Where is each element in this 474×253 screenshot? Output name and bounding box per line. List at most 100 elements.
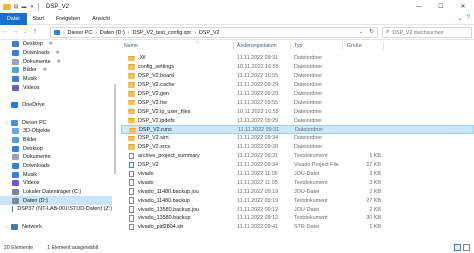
file-row[interactable]: DSP_V2.hw 11.11.2022 09:55 Dateiordner: [121, 98, 474, 107]
file-row[interactable]: DSP_V2.srcs 11.11.2022 09:28 Dateiordner: [121, 143, 474, 152]
forward-arrow-icon[interactable]: →: [10, 27, 20, 37]
file-size: 3 KB: [369, 179, 381, 186]
address-bar[interactable]: › Dieser PC › Daten (D:) › DSP_V2_test_c…: [50, 27, 378, 38]
sidebar-item[interactable]: › OneDrive: [0, 101, 112, 110]
sidebar-item[interactable]: Lokaler Datenträger (C:): [0, 188, 112, 197]
column-divider[interactable]: [342, 42, 343, 50]
sidebar-item[interactable]: › Network: [0, 222, 112, 231]
desktop-icon: [12, 145, 19, 152]
new-folder-icon[interactable]: ▬: [21, 4, 27, 10]
file-row[interactable]: DSP_V2.gen 11.11.2022 09:29 Dateiordner: [121, 90, 474, 99]
tab-freigeben[interactable]: Freigeben: [50, 13, 86, 25]
sidebar-item[interactable]: Musik: [0, 170, 112, 179]
sidebar-item[interactable]: Desktop ✱: [0, 40, 112, 49]
file-row[interactable]: DSP_V2.ip_user_files 10.11.2022 16:55 Date…: [121, 107, 474, 116]
chevron-right-icon[interactable]: ›: [3, 103, 11, 108]
file-row[interactable]: vivado 11.11.2022 11:05 Textdokument 3 KB: [121, 178, 474, 187]
back-arrow-icon[interactable]: ←: [0, 27, 10, 37]
sidebar-item[interactable]: DSP37 (\\IT-LAB-001\STUD-Daten) (Z:): [0, 205, 112, 214]
file-date: 11.11.2022 11:05: [237, 171, 278, 178]
sidebar-item[interactable]: Bilder ✱: [0, 66, 112, 75]
minimize-button[interactable]: —: [408, 0, 430, 13]
maximize-button[interactable]: ☐: [430, 0, 452, 13]
chevron-down-icon[interactable]: ⌄: [458, 15, 463, 22]
tab-datei[interactable]: Datei: [0, 12, 27, 25]
file-row[interactable]: vivado_11480.backup 11.11.2022 09:19 Textd…: [121, 196, 474, 205]
breadcrumb-item[interactable]: DSP_V2_test_config.xpr: [132, 30, 191, 36]
file-row[interactable]: DSP_V2.cache 11.11.2022 09:29 Dateiordner: [121, 81, 474, 90]
file-name: DSP_V2.cache: [138, 82, 175, 89]
file-row[interactable]: DSP_V2.runs 11.11.2022 09:31 Dateiordner: [121, 125, 474, 135]
sidebar-item[interactable]: Downloads: [0, 162, 112, 171]
column-header-name[interactable]: Name: [124, 43, 138, 49]
navigation-bar: ← → ⌄ ↑ › Dieser PC › Daten (D:) › DSP_V…: [0, 25, 474, 40]
file-date: 11.11.2022 16:55: [237, 73, 279, 80]
chevron-right-icon[interactable]: ›: [63, 30, 65, 36]
column-divider[interactable]: [383, 42, 384, 50]
column-header-type[interactable]: Typ: [294, 43, 302, 49]
file-type: JOU-Datei: [294, 188, 320, 195]
file-name: archive_project_summary: [138, 153, 200, 160]
sidebar-item[interactable]: Videos: [0, 83, 112, 92]
large-icons-view-icon[interactable]: [463, 244, 470, 251]
search-input[interactable]: ⌕ DSP_V2 durchsuchen: [382, 27, 472, 38]
file-row[interactable]: DSP_V2.board 11.11.2022 16:55 Dateiordner: [121, 72, 474, 81]
pin-icon: ✱: [56, 58, 61, 65]
file-row[interactable]: DSP_V2 11.11.2022 09:34 Vivado Project Fil…: [121, 161, 474, 170]
file-row[interactable]: DSP_V2.sim 11.11.2022 09:34 Dateiordner: [121, 134, 474, 143]
breadcrumb-item[interactable]: DSP_V2: [199, 30, 220, 36]
column-header-size[interactable]: Größe: [347, 43, 362, 49]
sidebar-item[interactable]: Videos: [0, 179, 112, 188]
chevron-right-icon[interactable]: ›: [128, 30, 130, 36]
file-row[interactable]: archive_project_summary 11.11.2022 09:31 T…: [121, 152, 474, 161]
sidebar-item[interactable]: Bilder: [0, 136, 112, 145]
properties-icon[interactable]: ▤: [13, 4, 19, 10]
sidebar-item[interactable]: Musik: [0, 75, 112, 84]
chevron-down-icon[interactable]: ⌄: [359, 29, 363, 35]
file-type: Textdokument: [294, 215, 328, 222]
recent-locations-icon[interactable]: ⌄: [20, 27, 30, 37]
column-divider[interactable]: [290, 42, 291, 50]
breadcrumb-item[interactable]: Dieser PC: [68, 30, 93, 36]
refresh-icon[interactable]: ↻: [369, 28, 374, 35]
chevron-right-icon[interactable]: ›: [95, 30, 97, 36]
sidebar-item[interactable]: Desktop: [0, 144, 112, 153]
sidebar-item[interactable]: Dokumente: [0, 153, 112, 162]
up-arrow-icon[interactable]: ↑: [30, 27, 40, 37]
details-view-icon[interactable]: [454, 244, 461, 251]
file-row[interactable]: DSP_V2.ipdefs 11.11.2022 09:29 Dateiordner: [121, 116, 474, 125]
file-date: 11.11.2022 09:31: [237, 55, 279, 62]
sidebar-item[interactable]: Dokumente ✱: [0, 57, 112, 66]
close-button[interactable]: ✕: [452, 0, 474, 13]
breadcrumb-item[interactable]: Daten (D:): [100, 30, 125, 36]
column-divider[interactable]: [233, 42, 234, 50]
file-row[interactable]: config_settings 10.11.2022 16:55 Dateiordn…: [121, 63, 474, 72]
scrollbar-thumb[interactable]: [114, 84, 116, 174]
help-icon[interactable]: ?: [467, 15, 470, 22]
chevron-right-icon[interactable]: ›: [3, 224, 11, 229]
chevron-right-icon[interactable]: ›: [3, 120, 11, 125]
column-header-date[interactable]: Änderungsdatum: [237, 43, 277, 49]
file-row[interactable]: .Xil 11.11.2022 09:31 Dateiordner: [121, 54, 474, 63]
file-row[interactable]: vivado_13580.backup.jou 11.11.2022 09:12 J…: [121, 205, 474, 214]
customize-toolbar-icon[interactable]: ▾: [29, 4, 35, 10]
sidebar-item[interactable]: 3D-Objekte: [0, 127, 112, 136]
file-name: DSP_V2.gen: [138, 91, 170, 97]
tab-ansicht[interactable]: Ansicht: [86, 13, 116, 25]
sidebar-item[interactable]: Daten (D:): [0, 196, 112, 206]
sidebar-item[interactable]: › Dieser PC: [0, 118, 112, 127]
file-type: JOU-Datei: [294, 171, 320, 178]
pin-icon: ✱: [55, 50, 60, 57]
file-row[interactable]: vivado_11480.backup.jou 11.11.2022 09:19 J…: [121, 187, 474, 196]
file-row[interactable]: vivado_pid2804.str 11.11.2022 09:41 STR-Da…: [121, 223, 474, 232]
sidebar-item[interactable]: Downloads ✱: [0, 49, 112, 58]
file-type: JOU-Datei: [294, 206, 320, 213]
file-type: Dateiordner: [294, 117, 323, 124]
file-row[interactable]: vivado_13580.backup 11.11.2022 09:12 Textd…: [121, 214, 474, 223]
sidebar-scrollbar[interactable]: [113, 44, 117, 238]
chevron-right-icon[interactable]: ›: [194, 30, 196, 36]
file-date: 11.11.2022 09:34: [237, 162, 279, 169]
computer-icon: [11, 119, 18, 126]
tab-start[interactable]: Start: [27, 13, 50, 25]
file-row[interactable]: vivado 11.11.2022 11:05 JOU-Datei 2 KB: [121, 170, 474, 179]
